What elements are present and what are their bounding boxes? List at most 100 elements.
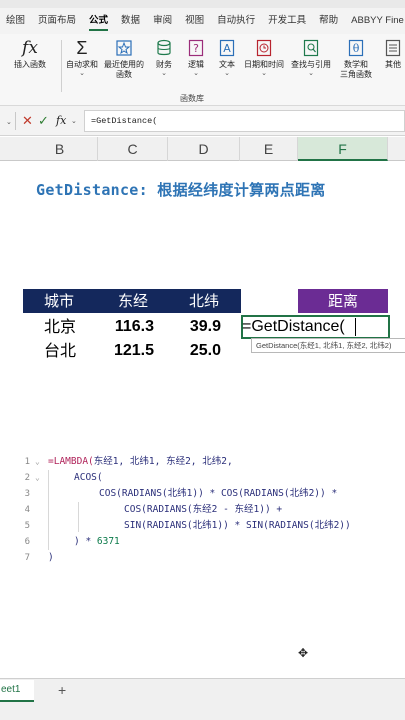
sheet-tab-1[interactable]: eet1 — [0, 680, 34, 702]
tab-formulas[interactable]: 公式 — [89, 8, 109, 34]
code-acos: ACOS( — [74, 472, 103, 483]
text-caret — [355, 318, 356, 336]
formula-bar-separator — [15, 112, 16, 130]
chevron-down-icon[interactable]: ⌄ — [71, 117, 77, 125]
code-line-3: COS(RADIANS(北纬1)) * COS(RADIANS(北纬2)) * — [99, 488, 338, 499]
column-header-d[interactable]: D — [168, 137, 240, 161]
line-number: 1 — [24, 457, 30, 467]
cell-city-2[interactable]: 台北 — [24, 339, 96, 363]
logical-button[interactable]: ? 逻辑 ⌄ — [186, 38, 206, 78]
code-params: 东经1, 北纬1, 东经2, 北纬2, — [93, 456, 233, 467]
add-sheet-button[interactable]: + — [58, 682, 66, 698]
ribbon-tabs: 绘图 页面布局 公式 数据 审阅 视图 自动执行 开发工具 帮助 ABBYY F… — [0, 8, 405, 34]
math-label: 数学和 — [344, 60, 368, 69]
insert-function-fx-button[interactable]: fx — [56, 114, 66, 127]
sigma-icon: Σ — [76, 37, 88, 58]
recent-functions-button[interactable]: 最近使用的 函数 — [104, 38, 144, 80]
cell-lat-1[interactable]: 39.9 — [168, 315, 221, 339]
tab-review[interactable]: 审阅 — [153, 8, 172, 34]
code-close-lambda: ) — [48, 552, 54, 563]
chevron-down-icon: ⌄ — [261, 70, 267, 77]
code-radius: 6371 — [96, 536, 120, 547]
tab-developer[interactable]: 开发工具 — [268, 8, 306, 34]
financial-button[interactable]: 财务 ⌄ — [154, 38, 174, 78]
line-number: 6 — [24, 537, 30, 547]
window-top-strip — [0, 0, 405, 8]
magnifier-book-icon — [301, 38, 321, 58]
chevron-down-icon: ⌄ — [224, 70, 230, 77]
cancel-icon[interactable]: ✕ — [22, 113, 33, 129]
theta-icon: θ — [346, 38, 366, 58]
header-city: 城市 — [43, 292, 74, 310]
autosum-label: 自动求和 — [66, 60, 98, 69]
column-header-c[interactable]: C — [98, 137, 168, 161]
cell-city-1[interactable]: 北京 — [24, 315, 96, 339]
header-longitude: 东经 — [117, 292, 148, 310]
math-button[interactable]: θ 数学和 三角函数 — [340, 38, 372, 80]
tab-draw[interactable]: 绘图 — [6, 8, 25, 34]
lookup-label: 查找与引用 — [291, 60, 331, 69]
datetime-label: 日期和时间 — [244, 60, 284, 69]
formula-input[interactable]: =GetDistance( — [84, 110, 405, 132]
insert-function-label: 插入函数 — [14, 60, 46, 69]
tab-abbyy[interactable]: ABBYY Fine — [351, 8, 404, 34]
line-number: 7 — [24, 553, 30, 563]
clock-icon — [254, 38, 274, 58]
header-latitude: 北纬 — [188, 292, 219, 310]
more-functions-button[interactable]: 其他 — [383, 38, 403, 70]
database-icon — [154, 38, 174, 58]
star-icon — [114, 38, 134, 58]
tab-data[interactable]: 数据 — [121, 8, 140, 34]
more-functions-icon — [383, 38, 403, 58]
cell-lon-1[interactable]: 116.3 — [98, 315, 154, 339]
column-header-row: B C D E F — [0, 137, 405, 161]
autosum-button[interactable]: Σ 自动求和 ⌄ — [66, 38, 98, 78]
function-signature-tooltip: GetDistance(东经1, 北纬1, 东经2, 北纬2) — [251, 338, 405, 353]
worksheet-grid[interactable] — [0, 161, 405, 678]
question-icon: ? — [186, 38, 206, 58]
ribbon-separator — [61, 40, 62, 92]
ribbon-body: fx 插入函数 Σ 自动求和 ⌄ 最近使用的 函数 财务 ⌄ ? 逻辑 ⌄ A … — [0, 34, 405, 106]
code-close-acos: ) * — [74, 536, 97, 547]
chevron-down-icon: ⌄ — [161, 70, 167, 77]
chevron-down-icon: ⌄ — [193, 70, 199, 77]
code-line-4: COS(RADIANS(东经2 - 东经1)) + — [124, 504, 283, 515]
code-lambda: =LAMBDA( — [48, 456, 94, 467]
fold-icon[interactable]: ⌄ — [35, 470, 40, 486]
indent-guide — [48, 470, 49, 550]
tab-page-layout[interactable]: 页面布局 — [38, 8, 76, 34]
lookup-button[interactable]: 查找与引用 ⌄ — [291, 38, 331, 78]
text-button[interactable]: A 文本 ⌄ — [217, 38, 237, 78]
datetime-button[interactable]: 日期和时间 ⌄ — [244, 38, 284, 78]
line-number: 3 — [24, 489, 30, 499]
tab-help[interactable]: 帮助 — [319, 8, 338, 34]
svg-text:?: ? — [193, 42, 199, 55]
chevron-down-icon: ⌄ — [79, 70, 85, 77]
name-box-dropdown-icon[interactable]: ⌄ — [6, 118, 12, 126]
line-number: 2 — [24, 473, 30, 483]
column-header-b[interactable]: B — [22, 137, 98, 161]
text-a-icon: A — [217, 38, 237, 58]
text-label: 文本 — [219, 60, 235, 69]
cell-lon-2[interactable]: 121.5 — [98, 339, 154, 363]
move-cursor-icon: ✥ — [298, 646, 309, 660]
enter-icon[interactable]: ✓ — [38, 113, 49, 129]
svg-text:A: A — [223, 42, 231, 55]
sheet-title: GetDistance: 根据经纬度计算两点距离 — [36, 181, 326, 199]
function-library-group-label: 函数库 — [180, 94, 204, 103]
tab-view[interactable]: 视图 — [185, 8, 204, 34]
fx-icon: fx — [22, 38, 38, 58]
financial-label: 财务 — [156, 60, 172, 69]
tab-automate[interactable]: 自动执行 — [217, 8, 255, 34]
recent-label: 最近使用的 — [104, 60, 144, 69]
column-header-f[interactable]: F — [298, 137, 388, 161]
insert-function-button[interactable]: fx 插入函数 — [14, 38, 46, 70]
line-number: 4 — [24, 505, 30, 515]
column-header-e[interactable]: E — [240, 137, 298, 161]
code-line-5: SIN(RADIANS(北纬1)) * SIN(RADIANS(北纬2)) — [124, 520, 351, 531]
svg-text:θ: θ — [353, 42, 360, 55]
fold-icon[interactable]: ⌄ — [35, 454, 40, 470]
active-cell-text: =GetDistance( — [242, 318, 345, 335]
cell-lat-2[interactable]: 25.0 — [168, 339, 221, 363]
logical-label: 逻辑 — [188, 60, 204, 69]
